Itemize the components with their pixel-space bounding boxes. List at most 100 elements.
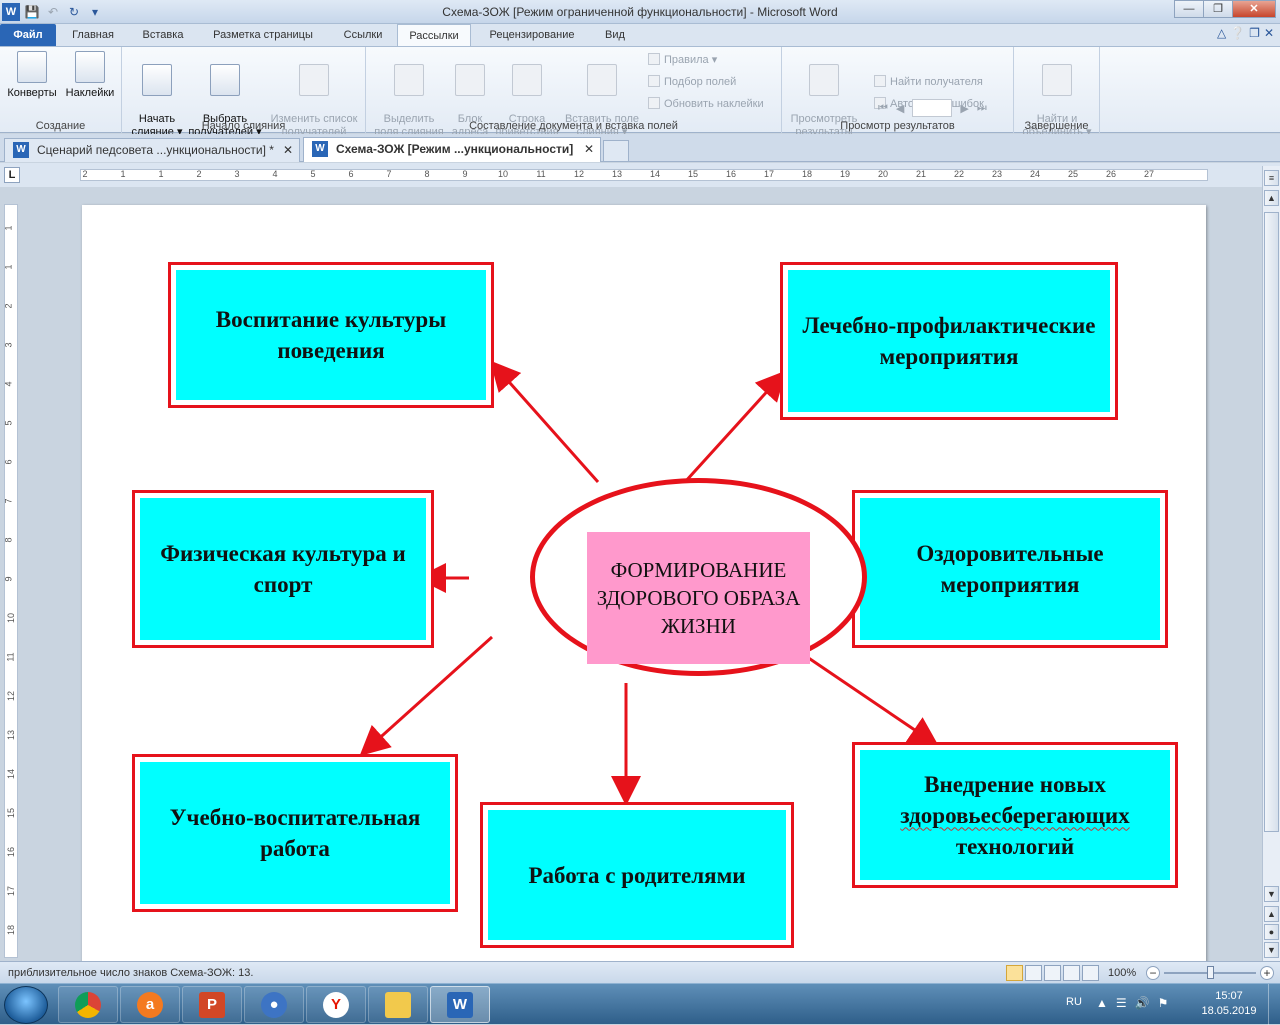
speaker-icon[interactable]: 🔊 xyxy=(1135,996,1150,1010)
window-title: Схема-ЗОЖ [Режим ограниченной функционал… xyxy=(442,5,838,19)
show-hidden-icons-icon[interactable]: ▲ xyxy=(1096,996,1108,1010)
web-layout-icon[interactable] xyxy=(1044,965,1061,981)
finish-merge-icon xyxy=(1042,64,1072,96)
tab-references[interactable]: Ссылки xyxy=(332,24,394,46)
show-desktop-button[interactable] xyxy=(1268,984,1280,1025)
clock[interactable]: 15:07 18.05.2019 xyxy=(1194,989,1264,1019)
vertical-scrollbar[interactable]: ≡ ▲ ▼ ▲ ● ▼ xyxy=(1262,166,1280,961)
document-page[interactable]: Воспитание культуры поведения Лечебно-пр… xyxy=(82,205,1206,961)
tab-home[interactable]: Главная xyxy=(62,24,124,46)
tab-mailings[interactable]: Рассылки xyxy=(397,24,471,46)
scroll-up-icon[interactable]: ▲ xyxy=(1264,190,1279,206)
tab-stop-selector[interactable]: L xyxy=(4,167,20,183)
restore-doc-icon[interactable]: ❐ xyxy=(1249,26,1260,40)
next-page-icon[interactable]: ▼ xyxy=(1264,942,1279,958)
close-doc-icon[interactable]: ✕ xyxy=(1264,26,1274,40)
help-icon[interactable]: ❔ xyxy=(1230,26,1245,40)
taskbar-yandex[interactable]: Y xyxy=(306,986,366,1023)
group-label-create: Создание xyxy=(35,120,86,132)
outline-view-icon[interactable] xyxy=(1063,965,1080,981)
zoom-in-icon[interactable]: + xyxy=(1260,966,1274,980)
zoom-slider-thumb[interactable] xyxy=(1207,966,1214,979)
labels-button[interactable]: Наклейки xyxy=(62,51,118,100)
collapse-ribbon-icon[interactable]: △ xyxy=(1217,26,1226,40)
windows-taskbar: a P ● Y W RU ▲ ☰ 🔊 ⚑ 15:07 18.05.2019 xyxy=(0,983,1280,1025)
zoom-out-icon[interactable]: − xyxy=(1146,966,1160,980)
scroll-down-icon[interactable]: ▼ xyxy=(1264,886,1279,902)
taskbar-powerpoint[interactable]: P xyxy=(182,986,242,1023)
taskbar-keepass[interactable]: ● xyxy=(244,986,304,1023)
new-tab-button[interactable] xyxy=(603,140,629,162)
doc-tab-scheme[interactable]: W Схема-ЗОЖ [Режим ...ункциональности] ✕ xyxy=(303,137,601,162)
file-explorer-icon xyxy=(385,991,411,1018)
redo-icon[interactable]: ↻ xyxy=(65,3,83,21)
taskbar-chrome[interactable] xyxy=(58,986,118,1023)
update-labels-button[interactable]: Обновить наклейки xyxy=(648,95,764,113)
block-behavior[interactable]: Воспитание культуры поведения xyxy=(168,262,494,408)
customize-qat-icon[interactable]: ▾ xyxy=(86,3,104,21)
tab-file[interactable]: Файл xyxy=(0,24,56,46)
block-parents[interactable]: Работа с родителями xyxy=(480,802,794,948)
rules-button[interactable]: Правила ▾ xyxy=(648,51,717,69)
doc-tab-scenario[interactable]: W Сценарий педсовета ...ункциональности]… xyxy=(4,138,300,162)
envelope-icon xyxy=(17,51,47,83)
taskbar-avast[interactable]: a xyxy=(120,986,180,1023)
scroll-thumb[interactable] xyxy=(1264,212,1279,832)
ruler-toggle-icon[interactable]: ≡ xyxy=(1264,170,1279,186)
technologies-line-2: здоровьесберегающих xyxy=(900,802,1130,828)
start-button[interactable] xyxy=(4,986,48,1024)
draft-view-icon[interactable] xyxy=(1082,965,1099,981)
close-tab-icon[interactable]: ✕ xyxy=(283,139,293,161)
title-bar: W 💾 ↶ ↻ ▾ Схема-ЗОЖ [Режим ограниченной … xyxy=(0,0,1280,24)
match-fields-button[interactable]: Подбор полей xyxy=(648,73,736,91)
language-indicator[interactable]: RU xyxy=(1066,996,1082,1008)
word-logo-icon[interactable]: W xyxy=(2,3,20,21)
tab-page-layout[interactable]: Разметка страницы xyxy=(200,24,326,46)
ruler-tick-label: 18 xyxy=(6,924,17,936)
save-icon[interactable]: 💾 xyxy=(23,3,41,21)
clock-date: 18.05.2019 xyxy=(1201,1005,1257,1017)
close-window-button[interactable]: ✕ xyxy=(1232,0,1276,18)
chrome-icon xyxy=(75,991,101,1018)
next-record-icon[interactable]: ▶ xyxy=(960,102,968,115)
record-number-input[interactable] xyxy=(912,99,953,117)
envelopes-button[interactable]: Конверты xyxy=(4,51,60,100)
document-workspace: Воспитание культуры поведения Лечебно-пр… xyxy=(22,187,1260,961)
find-recipient-button[interactable]: Найти получателя xyxy=(874,73,983,91)
block-sport[interactable]: Физическая культура и спорт xyxy=(132,490,434,648)
zoom-level[interactable]: 100% xyxy=(1108,962,1136,984)
block-technologies[interactable]: Внедрение новых здоровьесберегающих техн… xyxy=(852,742,1178,888)
quick-access-toolbar: W 💾 ↶ ↻ ▾ xyxy=(2,3,104,21)
block-education[interactable]: Учебно-воспитательная работа xyxy=(132,754,458,912)
taskbar-explorer[interactable] xyxy=(368,986,428,1023)
browse-object-icon[interactable]: ● xyxy=(1264,924,1279,940)
ruler-tick-label: 25 xyxy=(1067,169,1079,179)
undo-icon[interactable]: ↶ xyxy=(44,3,62,21)
ruler-tick-label: 23 xyxy=(991,169,1003,179)
word-icon: W xyxy=(447,991,473,1018)
tab-review[interactable]: Рецензирование xyxy=(478,24,586,46)
last-record-icon[interactable]: ⏭ xyxy=(977,102,987,115)
tab-insert[interactable]: Вставка xyxy=(130,24,196,46)
prev-record-icon[interactable]: ◀ xyxy=(896,102,904,115)
minimize-button[interactable]: — xyxy=(1174,0,1204,18)
block-health[interactable]: Оздоровительные мероприятия xyxy=(852,490,1168,648)
horizontal-ruler[interactable]: 2 1 1 2 3 4 5 6 7 8 9 10 11 12 13 14 15 16 17 18 19 20 21 22 23 2… xyxy=(80,169,1208,181)
first-record-icon[interactable]: ⏮ xyxy=(878,102,888,115)
center-title[interactable]: ФОРМИРОВАНИЕ ЗДОРОВОГО ОБРАЗА ЖИЗНИ xyxy=(587,532,810,664)
close-tab-icon[interactable]: ✕ xyxy=(584,138,594,160)
block-sport-text: Физическая культура и спорт xyxy=(140,498,426,640)
taskbar-word[interactable]: W xyxy=(430,986,490,1023)
block-medical[interactable]: Лечебно-профилактические мероприятия xyxy=(780,262,1118,420)
status-text[interactable]: приблизительное число знаков Схема-ЗОЖ: … xyxy=(8,962,253,984)
maximize-button[interactable]: ❐ xyxy=(1203,0,1233,18)
network-icon[interactable]: ☰ xyxy=(1116,996,1127,1010)
vertical-ruler[interactable]: 1 1 2 3 4 5 6 7 8 9 10 11 12 13 14 15 16 17 18 xyxy=(4,204,18,958)
tab-view[interactable]: Вид xyxy=(592,24,638,46)
full-screen-reading-icon[interactable] xyxy=(1025,965,1042,981)
print-layout-view-icon[interactable] xyxy=(1006,965,1023,981)
flag-icon[interactable]: ⚑ xyxy=(1158,996,1169,1010)
ruler-tick-label: 13 xyxy=(611,169,623,179)
prev-page-icon[interactable]: ▲ xyxy=(1264,906,1279,922)
ruler-tick-label: 2 xyxy=(82,169,88,179)
